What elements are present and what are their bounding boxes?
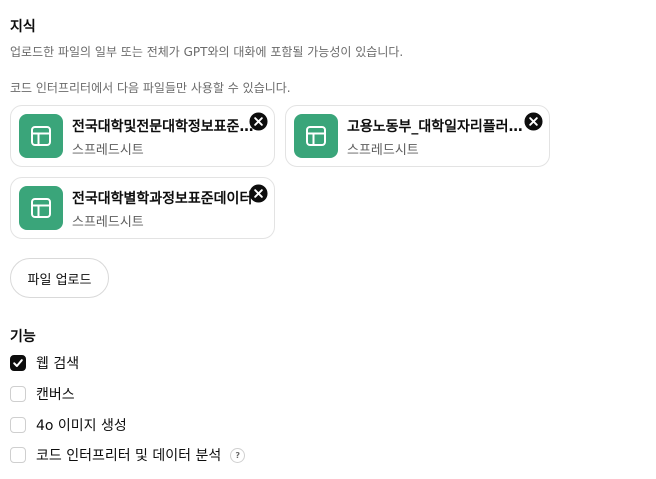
file-card[interactable]: 고용노동부_대학일자리플러스센터 스프레드시트 — [285, 105, 550, 167]
web-search-checkbox[interactable] — [10, 355, 26, 371]
capability-canvas[interactable]: 캔버스 — [10, 383, 75, 405]
canvas-checkbox[interactable] — [10, 386, 26, 402]
remove-file-button[interactable] — [248, 183, 268, 203]
capability-image-generation[interactable]: 4o 이미지 생성 — [10, 414, 127, 436]
file-card[interactable]: 전국대학및전문대학정보표준데이터 스프레드시트 — [10, 105, 275, 167]
spreadsheet-icon — [294, 114, 338, 158]
file-type: 스프레드시트 — [72, 143, 144, 158]
close-circle-icon — [248, 183, 268, 203]
close-circle-icon — [523, 111, 543, 131]
checkmark-icon — [13, 359, 23, 367]
file-name: 고용노동부_대학일자리플러스센터 — [347, 119, 532, 135]
spreadsheet-icon — [19, 114, 63, 158]
gpt-config-panel: 지식 업로드한 파일의 일부 또는 전체가 GPT와의 대화에 포함될 가능성이… — [0, 0, 656, 479]
capability-label: 4o 이미지 생성 — [36, 418, 127, 434]
capability-label: 캔버스 — [36, 387, 75, 403]
knowledge-description: 업로드한 파일의 일부 또는 전체가 GPT와의 대화에 포함될 가능성이 있습… — [10, 45, 404, 59]
file-type: 스프레드시트 — [347, 143, 419, 158]
file-name: 전국대학및전문대학정보표준데이터 — [72, 119, 257, 135]
image-generation-checkbox[interactable] — [10, 417, 26, 433]
file-name: 전국대학별학과정보표준데이터 — [72, 191, 253, 207]
capabilities-title: 기능 — [10, 329, 36, 345]
code-interpreter-checkbox[interactable] — [10, 447, 26, 463]
spreadsheet-icon — [19, 186, 63, 230]
capability-label: 코드 인터프리터 및 데이터 분석 — [36, 448, 222, 464]
knowledge-title: 지식 — [10, 19, 36, 35]
capability-code-interpreter[interactable]: 코드 인터프리터 및 데이터 분석 ? — [10, 444, 246, 466]
help-icon[interactable]: ? — [230, 447, 246, 463]
remove-file-button[interactable] — [523, 111, 543, 131]
capability-web-search[interactable]: 웹 검색 — [10, 352, 79, 374]
upload-file-button[interactable]: 파일 업로드 — [10, 258, 109, 298]
capability-label: 웹 검색 — [36, 356, 80, 372]
file-type: 스프레드시트 — [72, 215, 144, 230]
code-interpreter-note: 코드 인터프리터에서 다음 파일들만 사용할 수 있습니다. — [10, 81, 291, 95]
close-circle-icon — [248, 111, 268, 131]
file-card[interactable]: 전국대학별학과정보표준데이터 스프레드시트 — [10, 177, 275, 239]
remove-file-button[interactable] — [248, 111, 268, 131]
